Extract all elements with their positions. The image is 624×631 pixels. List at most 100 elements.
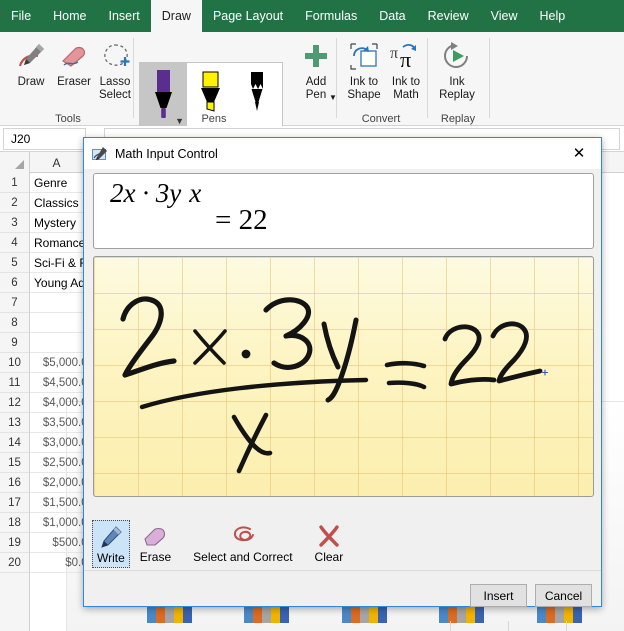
ribbon-group-replay: Ink Replay Replay <box>428 32 488 126</box>
ribbon-tab-file[interactable]: File <box>0 0 42 32</box>
row-header[interactable]: 9 <box>0 333 29 353</box>
row-header[interactable]: 4 <box>0 233 29 253</box>
tab-label: Data <box>379 9 406 23</box>
column-header-a[interactable]: A <box>30 152 84 173</box>
row-header[interactable]: 3 <box>0 213 29 233</box>
erase-tool-button[interactable]: Erase <box>136 520 175 566</box>
row-header[interactable]: 17 <box>0 493 29 513</box>
row-header[interactable]: 2 <box>0 193 29 213</box>
row-header[interactable]: 1 <box>0 173 29 193</box>
name-box[interactable]: J20 <box>3 127 86 150</box>
math-input-control-dialog: Math Input Control ✕ 2x · 3y x = 22 Writ… <box>83 137 602 607</box>
ribbon-tab-insert[interactable]: Insert <box>98 0 151 32</box>
ink-to-math-icon: π π <box>389 36 423 76</box>
row-header[interactable]: 15 <box>0 453 29 473</box>
select-and-correct-icon <box>229 523 257 549</box>
lasso-select-button-label: Lasso Select <box>99 76 131 101</box>
write-tool-button[interactable]: Write <box>92 520 130 568</box>
eraser-icon <box>57 36 91 76</box>
ribbon-tab-home[interactable]: Home <box>42 0 97 32</box>
ribbon-group-convert: Ink to Shape π π Ink to Math Convert <box>337 32 425 126</box>
row-header[interactable]: 20 <box>0 553 29 573</box>
dialog-title-bar[interactable]: Math Input Control ✕ <box>84 138 601 169</box>
eraser-icon <box>142 523 168 549</box>
cell-a1[interactable]: Genre <box>30 173 84 193</box>
row-header[interactable]: 5 <box>0 253 29 273</box>
lasso-select-icon <box>98 36 132 76</box>
ribbon-tab-review[interactable]: Review <box>417 0 480 32</box>
row-header[interactable]: 14 <box>0 433 29 453</box>
math-preview-box: 2x · 3y x = 22 <box>93 173 594 249</box>
ink-tools-row: Write Erase Select and Correct Clear <box>92 520 347 568</box>
grid-cell[interactable] <box>450 621 508 631</box>
ribbon-tab-data[interactable]: Data <box>368 0 416 32</box>
cell-a4[interactable]: Romance <box>30 233 84 253</box>
ribbon-content: Draw Eraser Lasso Select Tools ▼ Add Pen… <box>0 32 624 130</box>
pen-draw-icon <box>13 36 49 76</box>
row-header[interactable]: 18 <box>0 513 29 533</box>
row-header[interactable]: 11 <box>0 373 29 393</box>
select-all-corner[interactable] <box>0 152 30 173</box>
fraction-numerator: 2x · 3y <box>110 178 182 208</box>
cell-a9[interactable] <box>30 333 84 353</box>
close-icon[interactable]: ✕ <box>557 138 601 168</box>
tab-label: File <box>11 9 32 23</box>
row-header[interactable]: 13 <box>0 413 29 433</box>
ink-writing-canvas[interactable] <box>93 256 594 497</box>
erase-tool-label: Erase <box>139 550 172 564</box>
add-pen-button[interactable]: Add Pen ▼ <box>289 36 343 108</box>
clear-tool-label: Clear <box>314 550 344 564</box>
tab-label: Help <box>539 9 566 23</box>
ink-to-shape-label: Ink to Shape <box>347 76 381 101</box>
cell-a5[interactable]: Sci-Fi & F <box>30 253 84 273</box>
tab-label: Insert <box>108 9 140 23</box>
ink-replay-icon <box>441 36 473 76</box>
ink-to-math-label: Ink to Math <box>391 76 421 101</box>
ink-replay-button[interactable]: Ink Replay <box>430 36 484 108</box>
add-plus-icon <box>303 36 329 76</box>
fraction-denominator: x <box>189 178 202 208</box>
ribbon-tab-view[interactable]: View <box>480 0 529 32</box>
row-header[interactable]: 16 <box>0 473 29 493</box>
cell-a8[interactable] <box>30 313 84 333</box>
ink-to-shape-icon <box>348 36 380 76</box>
ribbon-tab-formulas[interactable]: Formulas <box>294 0 368 32</box>
row-header[interactable]: 8 <box>0 313 29 333</box>
cell-a6[interactable]: Young Ad <box>30 273 84 293</box>
ribbon-tab-help[interactable]: Help <box>529 0 577 32</box>
cancel-button[interactable]: Cancel <box>535 584 592 607</box>
clear-tool-button[interactable]: Clear <box>311 520 348 566</box>
row-header[interactable]: 12 <box>0 393 29 413</box>
ribbon-tab-page-layout[interactable]: Page Layout <box>202 0 294 32</box>
cell-a7[interactable] <box>30 293 84 313</box>
math-input-control-icon <box>92 146 108 162</box>
row-header[interactable]: 10 <box>0 353 29 373</box>
tab-label: Draw <box>161 9 191 23</box>
select-and-correct-tool-label: Select and Correct <box>193 550 293 564</box>
row-header[interactable]: 7 <box>0 293 29 313</box>
tab-label: Page Layout <box>212 9 284 23</box>
ribbon-tab-bar: File Home Insert Draw Page Layout Formul… <box>0 0 624 32</box>
select-and-correct-tool-button[interactable]: Select and Correct <box>189 520 296 566</box>
grid-cell[interactable] <box>508 621 566 631</box>
ribbon-group-pens-label: Pens <box>201 113 227 125</box>
group-divider <box>489 38 490 118</box>
equation-right-hand-side: = 22 <box>215 204 268 236</box>
cell-a3[interactable]: Mystery <box>30 213 84 233</box>
draw-button-label: Draw <box>17 76 45 88</box>
dialog-title-text: Math Input Control <box>115 146 218 161</box>
insert-button[interactable]: Insert <box>470 584 527 607</box>
row-header[interactable]: 19 <box>0 533 29 553</box>
grid-cell[interactable] <box>566 621 624 631</box>
svg-text:π: π <box>390 45 398 62</box>
ribbon-group-pens: ▼ Add Pen ▼ Pens <box>134 32 337 130</box>
dialog-separator <box>84 570 601 571</box>
ribbon-tab-draw[interactable]: Draw <box>150 0 202 32</box>
ink-to-math-button[interactable]: π π Ink to Math <box>379 36 433 108</box>
ribbon-group-tools: Draw Eraser Lasso Select Tools <box>0 32 136 126</box>
cell-a2[interactable]: Classics <box>30 193 84 213</box>
row-header[interactable]: 6 <box>0 273 29 293</box>
right-grid-cells <box>450 621 624 631</box>
row-header-gutter: 1 2 3 4 5 6 7 8 9 10 11 12 13 14 15 16 17 18 19 20 <box>0 173 30 631</box>
add-pen-label: Add Pen <box>305 76 327 101</box>
